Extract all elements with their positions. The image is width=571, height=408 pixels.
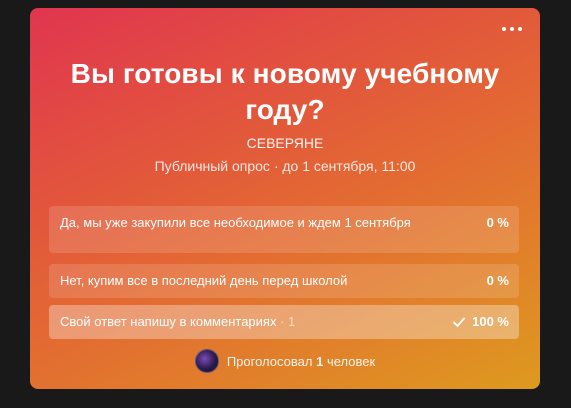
- voter-avatar[interactable]: [194, 349, 219, 373]
- more-dot: [510, 27, 514, 31]
- voters-summary[interactable]: Проголосовал 1 человек: [30, 349, 540, 373]
- poll-title: Вы готовы к новому учебному году?: [70, 58, 500, 125]
- answer-percent-value: 100 %: [472, 314, 509, 329]
- poll-answer-3[interactable]: Свой ответ напишу в комментариях · 1 100…: [49, 305, 519, 339]
- poll-answer-1[interactable]: Да, мы уже закупили все необходимое и жд…: [49, 206, 519, 253]
- poll-card: Вы готовы к новому учебному году? СЕВЕРЯ…: [30, 8, 540, 389]
- answer-text: Свой ответ напишу в комментариях: [60, 314, 277, 329]
- poll-author[interactable]: СЕВЕРЯНЕ: [30, 135, 540, 151]
- answer-label: Да, мы уже закупили все необходимое и жд…: [60, 215, 449, 231]
- check-icon: [453, 317, 466, 327]
- more-options-button[interactable]: [502, 22, 522, 36]
- answer-percent: 0 %: [486, 215, 509, 230]
- voters-suffix: человек: [326, 353, 376, 369]
- answer-text: Нет, купим все в последний день перед шк…: [60, 273, 348, 288]
- answer-percent: 0 %: [486, 273, 509, 288]
- voters-count: 1: [316, 353, 324, 369]
- answer-text: Да, мы уже закупили все необходимое и жд…: [60, 215, 411, 230]
- voters-prefix: Проголосовал: [226, 353, 313, 369]
- poll-answer-2[interactable]: Нет, купим все в последний день перед шк…: [49, 264, 519, 298]
- more-horizontal-icon: [502, 27, 506, 31]
- poll-meta: Публичный опрос · до 1 сентября, 11:00: [154, 158, 416, 174]
- more-dot: [518, 27, 522, 31]
- voters-text: Проголосовал 1 человек: [227, 354, 375, 369]
- answer-count: · 1: [276, 314, 296, 329]
- answer-label: Свой ответ напишу в комментариях · 1: [60, 314, 449, 330]
- answer-percent-selected: 100 %: [452, 314, 509, 330]
- answer-label: Нет, купим все в последний день перед шк…: [60, 273, 449, 289]
